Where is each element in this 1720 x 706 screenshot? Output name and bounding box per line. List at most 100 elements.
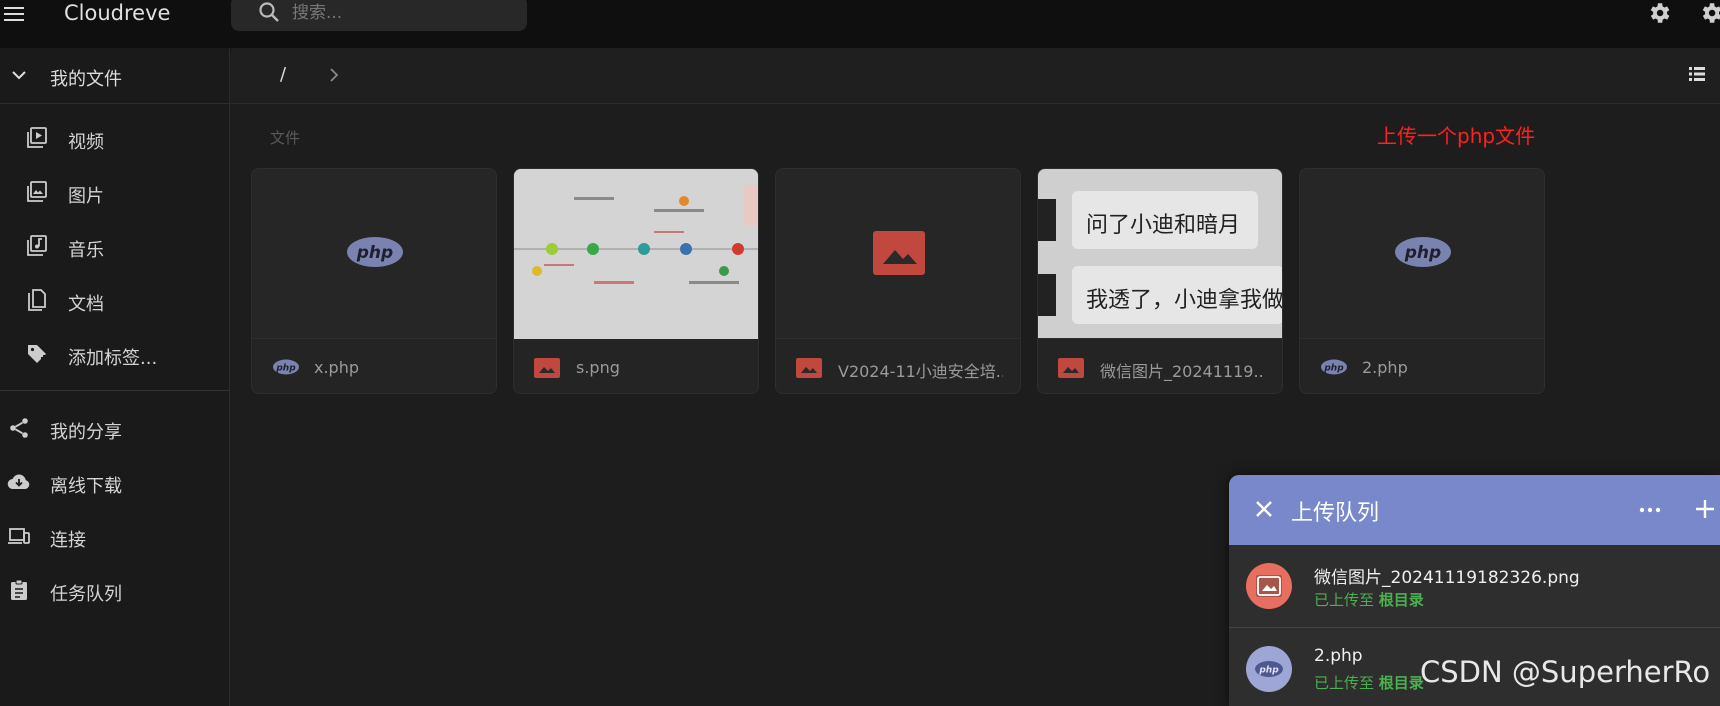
cloud-download-icon (7, 470, 31, 494)
upload-queue-title: 上传队列 (1291, 501, 1380, 526)
file-card[interactable]: php php x.php (251, 168, 497, 394)
sidebar-item-label: 我的分享 (50, 422, 122, 443)
breadcrumb-root[interactable]: / (280, 64, 286, 85)
devices-icon (7, 524, 31, 548)
sidebar-item-images[interactable]: 图片 (0, 169, 230, 217)
sidebar-divider (0, 390, 230, 391)
svg-text:php: php (275, 364, 296, 374)
php-file-icon: php (272, 358, 300, 380)
sidebar-item-offline-download[interactable]: 离线下载 (0, 459, 230, 507)
file-thumbnail: php (252, 169, 496, 339)
sidebar-my-files[interactable]: 我的文件 (0, 48, 230, 104)
chat-text: 我透了，小迪拿我做 (1086, 288, 1283, 313)
app-bar: Cloudreve (0, 0, 1720, 48)
sidebar-item-task-queue[interactable]: 任务队列 (0, 567, 230, 615)
search-box[interactable] (231, 0, 527, 31)
upload-target-link[interactable]: 根目录 (1379, 674, 1424, 692)
upload-status: 已上传至 根目录 (1314, 672, 1424, 693)
file-footer: php x.php (252, 339, 496, 393)
sidebar-item-my-shares[interactable]: 我的分享 (0, 405, 230, 453)
list-view-icon[interactable] (1688, 65, 1706, 87)
svg-text:php: php (356, 243, 393, 263)
menu-icon[interactable] (2, 0, 28, 26)
image-file-icon (1058, 358, 1084, 382)
image-file-icon (796, 358, 822, 382)
upload-target-link[interactable]: 根目录 (1379, 591, 1424, 609)
chat-avatar (1038, 274, 1056, 316)
file-card[interactable]: php php 2.php (1299, 168, 1545, 394)
file-name: V2024-11小迪安全培... (838, 362, 1003, 381)
watermark: CSDN @SuperherRo (1420, 655, 1711, 689)
sidebar-item-documents[interactable]: 文档 (0, 277, 230, 325)
chat-text: 问了小迪和暗月 (1086, 213, 1241, 238)
sidebar-header-label: 我的文件 (50, 69, 122, 90)
upload-status-text: 已上传至 (1314, 591, 1379, 609)
file-name: 微信图片_20241119... (1100, 362, 1265, 381)
close-icon[interactable] (1253, 498, 1275, 524)
file-thumbnail: php (1300, 169, 1544, 339)
file-thumbnail (514, 169, 758, 339)
svg-text:php: php (1323, 364, 1344, 374)
breadcrumb-bar: / (231, 48, 1720, 104)
image-file-avatar-icon (1246, 563, 1292, 609)
svg-text:php: php (1258, 666, 1279, 676)
sidebar-item-label: 任务队列 (50, 584, 122, 605)
add-icon[interactable] (1693, 497, 1717, 525)
chevron-right-icon[interactable] (326, 66, 342, 88)
file-card[interactable]: V2024-11小迪安全培... (775, 168, 1021, 394)
sidebar-item-label: 音乐 (68, 240, 104, 261)
settings-gear-icon[interactable] (1698, 0, 1720, 30)
search-icon (257, 0, 281, 28)
file-footer: php 2.php (1300, 339, 1544, 393)
file-footer: V2024-11小迪安全培... (776, 339, 1020, 393)
sidebar-item-music[interactable]: 音乐 (0, 223, 230, 271)
chat-avatar (1038, 199, 1056, 241)
music-library-icon (25, 234, 49, 258)
svg-text:php: php (1404, 243, 1441, 263)
file-card[interactable]: s.png (513, 168, 759, 394)
add-tag-icon (25, 342, 49, 366)
php-file-icon: php (1320, 358, 1348, 380)
settings-icon[interactable] (1646, 0, 1672, 30)
clipboard-icon (7, 578, 31, 602)
photo-library-icon (25, 180, 49, 204)
upload-queue-item[interactable]: 微信图片_20241119182326.png 已上传至 根目录 (1229, 545, 1720, 627)
chevron-down-icon (9, 65, 29, 89)
file-card[interactable]: 问了小迪和暗月 我透了，小迪拿我做 微信图片_20241119... (1037, 168, 1283, 394)
sidebar-item-add-tag[interactable]: 添加标签... (0, 331, 230, 379)
file-name: 2.php (1362, 358, 1408, 377)
image-file-icon (534, 358, 560, 382)
php-file-avatar-icon: php (1246, 646, 1292, 692)
sidebar-item-connections[interactable]: 连接 (0, 513, 230, 561)
sidebar-item-label: 文档 (68, 294, 104, 315)
upload-file-name: 微信图片_20241119182326.png (1314, 568, 1580, 588)
app-title[interactable]: Cloudreve (64, 0, 170, 26)
files-section-label: 文件 (270, 129, 301, 147)
annotation-text: 上传一个php文件 (1377, 124, 1536, 148)
more-horiz-icon[interactable] (1639, 499, 1661, 525)
file-name: x.php (314, 358, 360, 377)
file-footer: s.png (514, 339, 758, 393)
image-placeholder-icon (873, 231, 925, 279)
upload-status: 已上传至 根目录 (1314, 589, 1424, 610)
documents-icon (25, 288, 49, 312)
php-logo-icon: php (1394, 235, 1452, 273)
sidebar-item-label: 视频 (68, 132, 104, 153)
upload-status-text: 已上传至 (1314, 674, 1379, 692)
upload-queue-header: 上传队列 (1229, 475, 1720, 545)
sidebar-item-label: 离线下载 (50, 476, 122, 497)
sidebar-item-video[interactable]: 视频 (0, 115, 230, 163)
php-logo-icon: php (346, 235, 404, 273)
sidebar-item-label: 添加标签... (68, 348, 158, 369)
file-thumbnail: 问了小迪和暗月 我透了，小迪拿我做 (1038, 169, 1283, 339)
file-thumbnail (776, 169, 1020, 339)
file-footer: 微信图片_20241119... (1038, 339, 1282, 393)
file-name: s.png (576, 358, 620, 377)
search-input[interactable] (292, 2, 492, 24)
share-icon (7, 416, 31, 440)
image-preview-diagram (514, 169, 758, 339)
sidebar-item-label: 图片 (68, 186, 104, 207)
sidebar-item-label: 连接 (50, 530, 86, 551)
sidebar: 我的文件 视频 图片 音乐 文档 添加标签... 我的分享 离线下载 连接 任务… (0, 48, 230, 706)
upload-file-name: 2.php (1314, 646, 1363, 666)
